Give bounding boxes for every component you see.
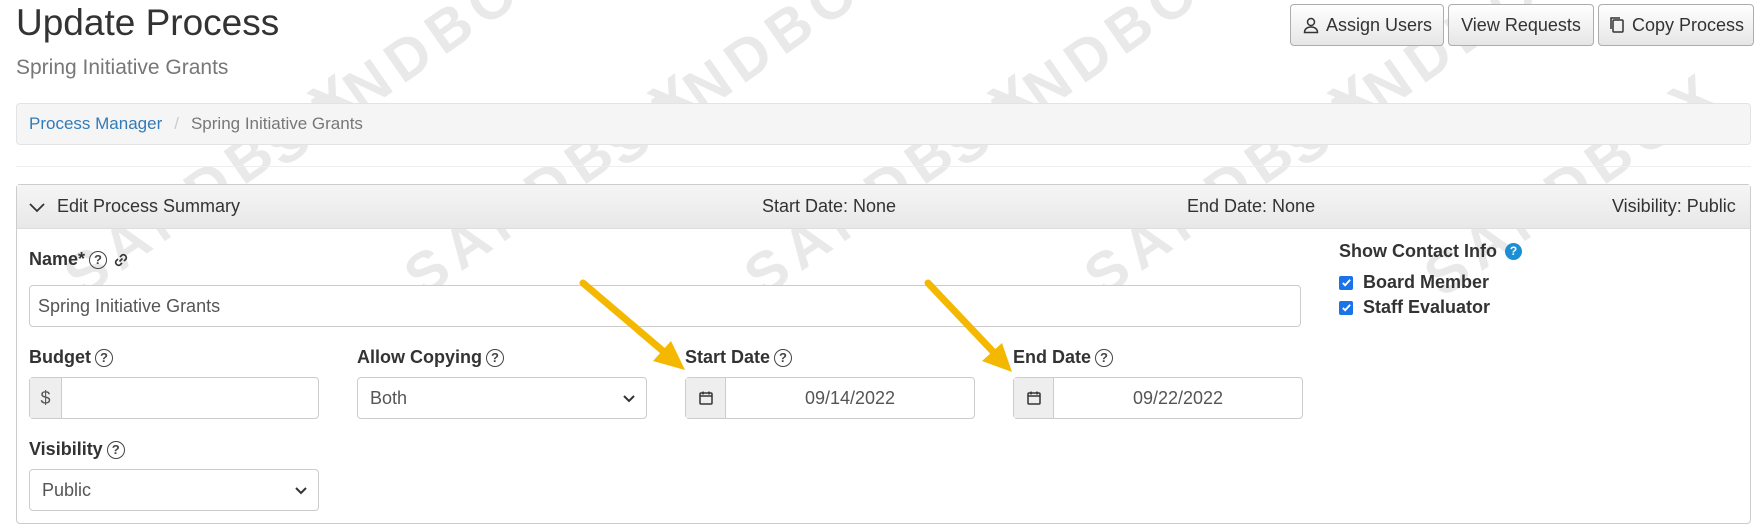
name-label: Name* ? [29,249,131,270]
view-requests-button[interactable]: View Requests [1448,4,1594,46]
staff-evaluator-label: Staff Evaluator [1363,297,1491,317]
annotation-arrow-end-date [924,279,1012,372]
start-date-label-text: Start Date [685,347,771,367]
breadcrumb-separator: / [174,114,179,133]
copy-process-label: Copy Process [1631,14,1745,35]
visibility-value: Public [42,479,92,500]
allow-copying-label: Allow Copying ? [357,347,504,368]
link-icon[interactable] [111,250,131,270]
allow-copying-label-text: Allow Copying [357,347,482,367]
calendar-icon[interactable] [1014,378,1054,418]
watermark-text: SANDBOX [592,0,914,180]
end-date-value: 09/22/2022 [1132,387,1224,408]
staff-evaluator-checkbox-row[interactable]: Staff Evaluator [1339,297,1490,318]
divider [16,166,1751,167]
end-date-label-text: End Date [1013,347,1092,367]
help-icon[interactable]: ? [95,348,113,367]
end-date-field[interactable]: 09/22/2022 [1013,377,1303,419]
allow-copying-select[interactable]: Both [357,377,647,419]
budget-field[interactable]: $ [29,377,319,419]
breadcrumb-link-process-manager[interactable]: Process Manager [29,114,162,134]
user-icon [1303,17,1319,34]
board-member-checkbox-row[interactable]: Board Member [1339,272,1489,293]
visibility-label: Visibility ? [29,439,125,460]
help-icon[interactable]: ? [486,348,504,367]
help-circle-icon[interactable]: ? [1504,243,1522,260]
chevron-down-icon [295,487,307,495]
watermark-text: SANDBOX [932,0,1254,180]
annotation-arrow-start-date [579,279,685,370]
page-title: Update Process [16,2,280,43]
panel-title: Edit Process Summary [57,196,241,216]
visibility-label-text: Visibility [29,439,103,459]
allow-copying-value: Both [370,387,408,408]
end-date-label: End Date ? [1013,347,1114,368]
view-requests-label: View Requests [1461,14,1581,35]
start-date-label: Start Date ? [685,347,793,368]
checkbox-checked-icon[interactable] [1339,275,1353,290]
budget-label: Budget ? [29,347,113,368]
assign-users-button[interactable]: Assign Users [1290,4,1444,46]
budget-label-text: Budget [29,347,91,367]
help-icon[interactable]: ? [89,250,108,269]
show-contact-info-label: Show Contact Info ? [1339,241,1522,262]
help-icon[interactable]: ? [1095,348,1114,367]
chevron-down-icon[interactable] [27,197,47,222]
visibility-summary: Visibility: Public [1612,196,1736,216]
start-date-field[interactable]: 09/14/2022 [685,377,975,419]
currency-prefix: $ [30,378,62,418]
visibility-select[interactable]: Public [29,469,319,511]
process-summary-panel: Edit Process Summary Start Date: None En… [16,184,1751,524]
name-label-text: Name* [29,249,86,269]
end-date-summary: End Date: None [1187,196,1316,216]
assign-users-label: Assign Users [1325,14,1433,35]
chevron-down-icon [623,395,635,403]
checkbox-checked-icon[interactable] [1339,300,1353,315]
board-member-label: Board Member [1363,272,1490,292]
panel-header[interactable]: Edit Process Summary Start Date: None En… [17,185,1750,229]
watermark-text: SANDBOX [252,0,574,180]
breadcrumb: Process Manager / Spring Initiative Gran… [16,103,1751,145]
start-date-value: 09/14/2022 [804,387,896,408]
name-field-value: Spring Initiative Grants [38,295,221,316]
help-icon[interactable]: ? [106,440,125,459]
breadcrumb-current: Spring Initiative Grants [190,114,363,133]
calendar-icon[interactable] [686,378,726,418]
page-subtitle: Spring Initiative Grants [16,56,229,79]
copy-icon [1610,17,1624,33]
show-contact-info-text: Show Contact Info [1339,241,1497,261]
help-icon[interactable]: ? [774,348,793,367]
start-date-summary: Start Date: None [762,196,897,216]
copy-process-button[interactable]: Copy Process [1598,4,1754,46]
